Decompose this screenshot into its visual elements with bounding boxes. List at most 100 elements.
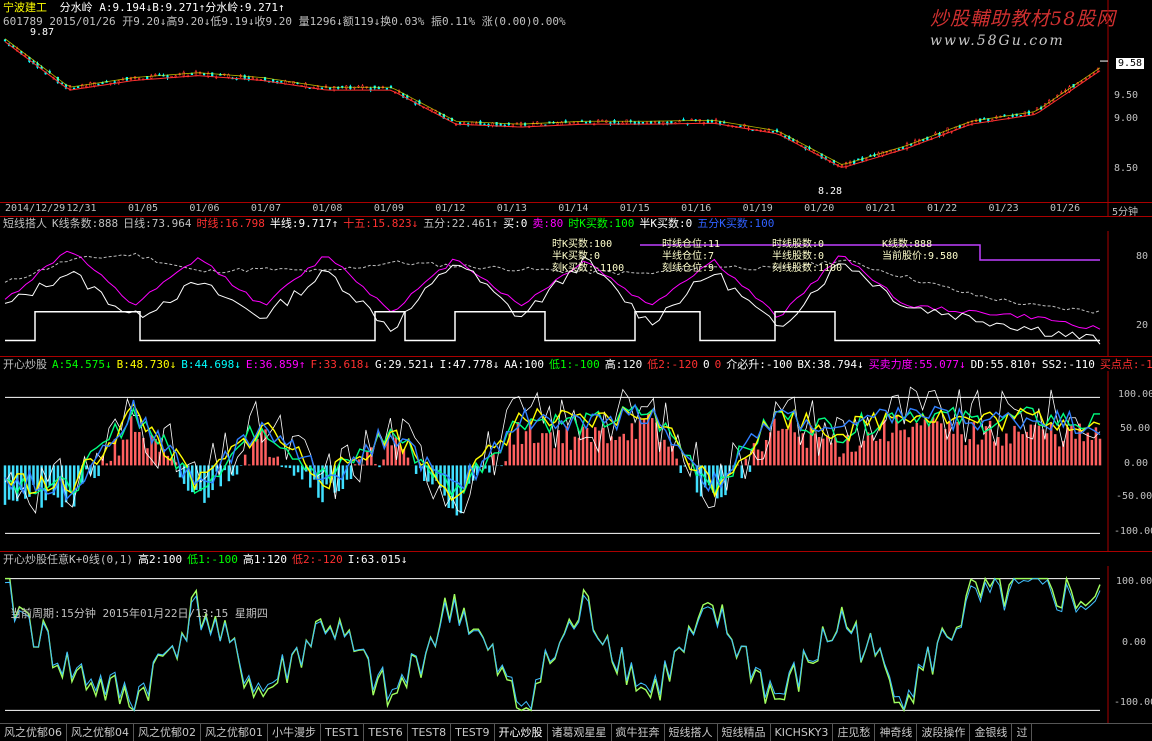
indicator-tab[interactable]: TEST8 — [408, 724, 452, 741]
indicator-tab[interactable]: 风之优郁01 — [201, 724, 268, 741]
short-line-pane[interactable]: 短线搭人 K线条数:888 日线:73.964 时线:16.798 半线:9.717↑ 十… — [0, 216, 1152, 357]
candle-body — [328, 87, 332, 90]
any-k-pane[interactable]: 开心炒股任意K+0线(0,1) 高2:100 低1:-100 高1:120 低2:-12… — [0, 551, 1152, 724]
indicator-tab[interactable]: 小牛漫步 — [268, 724, 321, 741]
candle-body — [511, 123, 514, 127]
price-axis-label: 9.50 — [1114, 90, 1139, 101]
pane2-info-value: 刻线股数:1100 — [772, 263, 843, 274]
candle-body — [129, 78, 133, 80]
date-tick: 01/15 — [619, 203, 650, 214]
date-tick: 12/31 — [66, 203, 97, 214]
date-tick: 01/09 — [373, 203, 404, 214]
any-k-chart[interactable] — [0, 552, 1152, 724]
candle-body — [463, 122, 466, 124]
pane2-info-value: 当前股价:9.580 — [882, 251, 959, 262]
indicator-tab-bar: 风之优郁06 风之优郁04 风之优郁02 风之优郁01 小牛漫步 TEST1 TEST6 TE… — [0, 723, 1152, 741]
candle-body — [840, 164, 844, 167]
pane2-axis-label: 80 — [1136, 251, 1149, 262]
indicator-tab[interactable]: 短线搭人 — [665, 724, 718, 741]
pane2-info-value: 刻K买数:-1100 — [552, 263, 625, 274]
indicator-tab[interactable]: KICHSKY3 — [771, 724, 834, 741]
candle-body — [174, 75, 177, 78]
candle-body — [499, 123, 502, 126]
pane3-axis-label: 0.00 — [1124, 458, 1149, 469]
date-tick: 01/14 — [558, 203, 589, 214]
pane3-axis-label: -100.00 — [1114, 526, 1152, 537]
candle-body — [1084, 77, 1087, 80]
moving-average-line — [4, 38, 1101, 165]
candle-body — [320, 87, 324, 90]
pane3-axis-label: -50.00 — [1116, 491, 1152, 502]
indicator-tab[interactable]: 开心炒股 — [495, 724, 548, 741]
price-pane[interactable]: 9.87 8.28 9.58 9.50 9.00 8.50 — [0, 0, 1152, 216]
pane2-info-value: 刻线仓位:9 — [662, 263, 715, 274]
date-tick: 01/12 — [435, 203, 466, 214]
candle-body — [251, 77, 254, 80]
date-tick: 01/13 — [496, 203, 527, 214]
candle-body — [739, 125, 742, 128]
candle-body — [377, 87, 380, 90]
candle-body — [77, 86, 80, 88]
pane4-i-line — [4, 577, 1101, 712]
indicator-tab[interactable]: 风之优郁02 — [134, 724, 201, 741]
pane4-axis-label: 0.00 — [1122, 637, 1147, 648]
indicator-tab[interactable]: 风之优郁04 — [67, 724, 134, 741]
price-axis-label: 8.50 — [1114, 163, 1139, 174]
candle-body — [170, 75, 173, 78]
candle-body — [190, 73, 194, 76]
pane4-axis-label: -100.00 — [1114, 697, 1152, 708]
candle-body — [710, 120, 714, 123]
date-tick: 01/22 — [927, 203, 958, 214]
indicator-tab[interactable]: 诸葛观星星 — [548, 724, 612, 741]
pane3-axis-label: 50.00 — [1120, 423, 1151, 434]
candle-body — [154, 74, 157, 76]
candle-body — [483, 123, 486, 126]
candle-body — [137, 77, 141, 80]
indicator-tab[interactable]: 风之优郁06 — [0, 724, 67, 741]
candle-body — [690, 118, 693, 121]
current-price-tag: 9.58 — [1116, 58, 1145, 69]
date-tick: 01/16 — [681, 203, 712, 214]
indicator-tab[interactable]: 疯牛狂奔 — [612, 724, 665, 741]
indicator-tab[interactable]: 金银线 — [970, 724, 1013, 741]
price-axis-label: 9.00 — [1114, 113, 1139, 124]
pane2-axis-label: 20 — [1136, 320, 1149, 331]
indicator-tab[interactable]: TEST9 — [451, 724, 495, 741]
candle-body — [641, 121, 645, 124]
date-tick: 01/07 — [250, 203, 281, 214]
pane4-i-line — [5, 575, 1101, 713]
date-tick: 01/05 — [127, 203, 159, 214]
candle-body — [280, 81, 283, 83]
pane3-indicator-line — [4, 404, 1101, 498]
indicator-tab[interactable]: 神奇线 — [875, 724, 918, 741]
candle-body — [458, 122, 462, 124]
date-tick: 01/20 — [804, 203, 835, 214]
indicator-tab[interactable]: TEST1 — [321, 724, 365, 741]
high-annotation: 9.87 — [30, 27, 55, 38]
indicator-tab[interactable]: TEST6 — [364, 724, 408, 741]
date-tick: 01/23 — [988, 203, 1019, 214]
date-tick: 01/06 — [189, 203, 220, 214]
pane3-indicator-line — [4, 403, 1101, 501]
happy-trading-chart[interactable] — [0, 357, 1152, 552]
candle-body — [211, 72, 214, 77]
date-tick: 01/21 — [865, 203, 896, 214]
candle-body — [584, 121, 588, 124]
candle-body — [194, 71, 198, 77]
candle-body — [958, 125, 961, 128]
happy-trading-pane[interactable]: 开心炒股 A:54.575↓ B:48.730↓ B:44.698↓ E:36.859↑… — [0, 356, 1152, 552]
indicator-tab[interactable]: 过 — [1012, 724, 1033, 741]
indicator-tab[interactable]: 庄见愁 — [833, 724, 876, 741]
candle-body — [572, 121, 575, 124]
indicator-tab[interactable]: 波段操作 — [917, 724, 971, 741]
moving-average-line — [4, 41, 1101, 168]
price-chart[interactable] — [0, 0, 1152, 216]
pane2-signal-step — [5, 311, 1100, 342]
candle-body — [3, 39, 7, 42]
candle-body — [101, 82, 104, 85]
low-annotation: 8.28 — [818, 186, 843, 197]
candle-body — [649, 121, 653, 124]
indicator-tab[interactable]: 短线精品 — [718, 724, 771, 741]
pane3-axis-label: 100.00 — [1118, 389, 1152, 400]
date-tick: 2014/12/29 — [5, 203, 66, 214]
